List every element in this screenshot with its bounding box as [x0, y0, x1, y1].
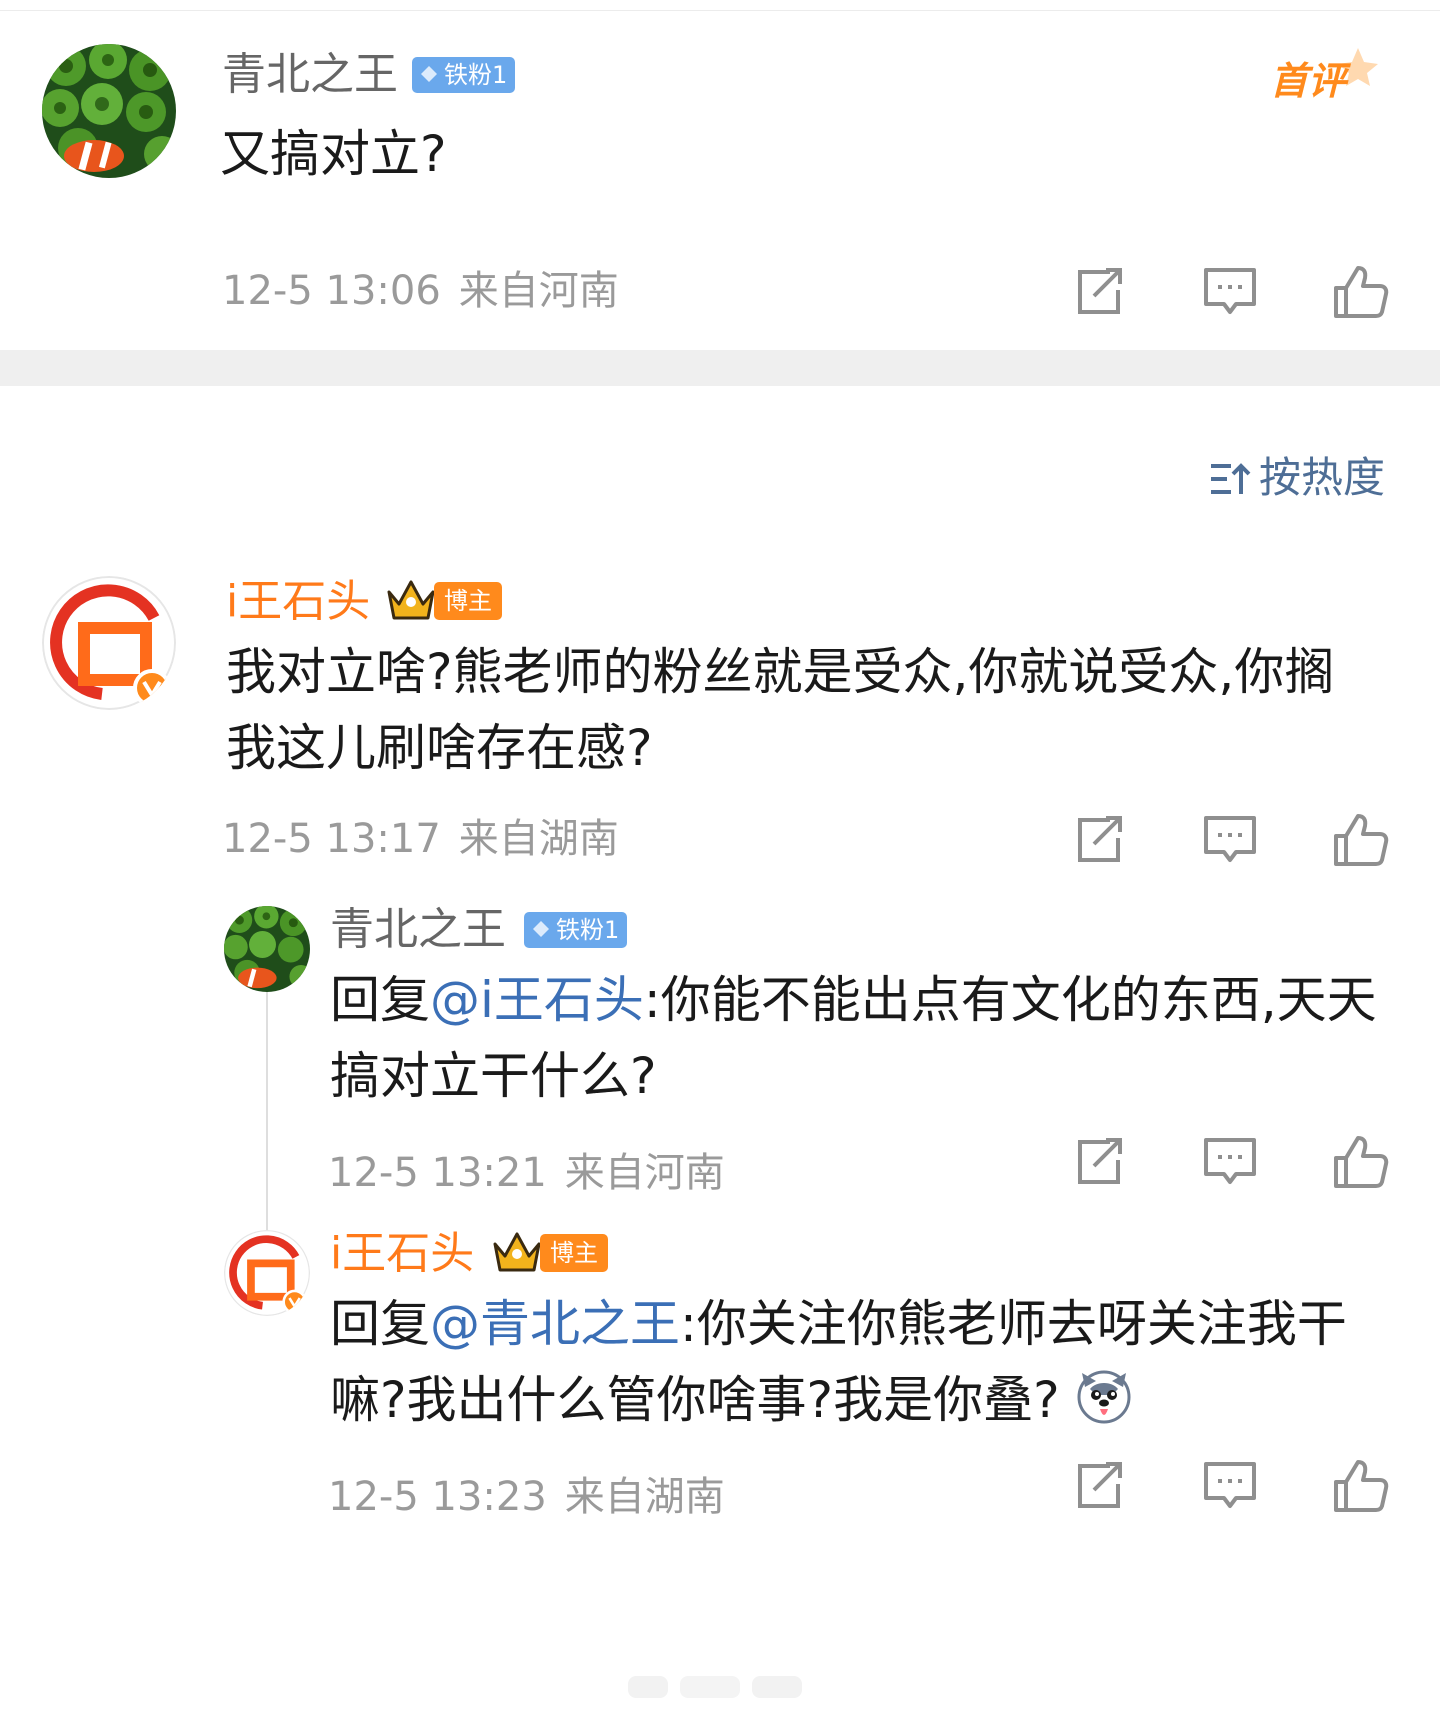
top-border — [0, 0, 1440, 11]
first-comment-label: 首评 — [1270, 61, 1352, 103]
sort-label: 按热度 — [1258, 453, 1385, 502]
timestamp: 12-5 13:17 — [222, 816, 441, 862]
username[interactable]: i王石头 — [330, 1226, 474, 1282]
comment-actions — [1050, 1132, 1390, 1192]
host-badge-label: 博主 — [540, 1234, 608, 1272]
watermark-mark — [628, 1676, 802, 1698]
share-icon[interactable] — [1068, 1132, 1128, 1192]
fan-badge-label: 铁粉1 — [556, 916, 620, 944]
comment-actions — [1050, 1456, 1390, 1516]
comment-icon[interactable] — [1200, 1132, 1260, 1192]
crown-icon — [387, 580, 435, 620]
comment-actions — [1050, 810, 1390, 870]
reply-text: 回复@i王石头:你能不能出点有文化的东西,天天搞对立干什么? — [330, 962, 1410, 1114]
comment-meta: 12-5 13:23 来自湖南 — [328, 1472, 725, 1522]
fan-badge[interactable]: 铁粉1 — [412, 57, 516, 93]
share-icon[interactable] — [1068, 810, 1128, 870]
timestamp: 12-5 13:23 — [328, 1474, 547, 1520]
share-icon[interactable] — [1068, 262, 1128, 322]
location: 来自湖南 — [458, 816, 619, 862]
comment-icon[interactable] — [1200, 262, 1260, 322]
like-icon[interactable] — [1330, 262, 1390, 322]
reply-text: 回复@青北之王:你关注你熊老师去呀关注我干嘛?我出什么管你啥事?我是你叠? — [330, 1286, 1410, 1438]
comment-actions — [1050, 262, 1390, 322]
avatar[interactable] — [224, 1230, 310, 1316]
reply-prefix: 回复 — [330, 1295, 430, 1353]
like-icon[interactable] — [1330, 810, 1390, 870]
share-icon[interactable] — [1068, 1456, 1128, 1516]
comment-meta: 12-5 13:06 来自河南 — [222, 266, 619, 316]
comment-meta: 12-5 13:21 来自河南 — [328, 1148, 725, 1198]
location: 来自河南 — [458, 268, 619, 314]
avatar[interactable] — [42, 576, 176, 710]
fan-badge-label: 铁粉1 — [444, 61, 508, 89]
avatar[interactable] — [224, 906, 310, 992]
sort-toggle[interactable]: 按热度 — [1209, 450, 1385, 506]
mention-link[interactable]: @i王石头 — [430, 971, 644, 1029]
username[interactable]: 青北之王 — [330, 902, 506, 958]
husky-emoji — [1077, 1370, 1131, 1424]
like-icon[interactable] — [1330, 1456, 1390, 1516]
sort-icon — [1210, 463, 1251, 494]
diamond-icon — [533, 921, 549, 937]
timestamp: 12-5 13:21 — [328, 1150, 547, 1196]
host-badge[interactable]: 博主 — [492, 1232, 608, 1272]
host-badge[interactable]: 博主 — [386, 580, 502, 620]
host-badge-label: 博主 — [434, 582, 502, 620]
comment-icon[interactable] — [1200, 810, 1260, 870]
timestamp: 12-5 13:06 — [222, 268, 441, 314]
username[interactable]: 青北之王 — [222, 47, 398, 103]
crown-icon — [493, 1232, 541, 1272]
avatar[interactable] — [42, 44, 176, 178]
comment-text: 我对立啥?熊老师的粉丝就是受众,你就说受众,你搁我这儿刷啥存在感? — [226, 643, 1335, 777]
first-comment-badge: 首评 — [1270, 46, 1380, 106]
mention-link[interactable]: @青北之王 — [430, 1295, 680, 1353]
comment-meta: 12-5 13:17 来自湖南 — [222, 814, 619, 864]
comment-icon[interactable] — [1200, 1456, 1260, 1516]
comment-text: 又搞对立? — [220, 125, 447, 183]
reply-thread-line — [266, 990, 268, 1230]
reply-prefix: 回复 — [330, 971, 430, 1029]
fan-badge[interactable]: 铁粉1 — [524, 912, 628, 948]
location: 来自湖南 — [564, 1474, 725, 1520]
like-icon[interactable] — [1330, 1132, 1390, 1192]
username[interactable]: i王石头 — [226, 574, 370, 630]
location: 来自河南 — [564, 1150, 725, 1196]
section-divider — [0, 350, 1440, 386]
diamond-icon — [421, 66, 437, 82]
